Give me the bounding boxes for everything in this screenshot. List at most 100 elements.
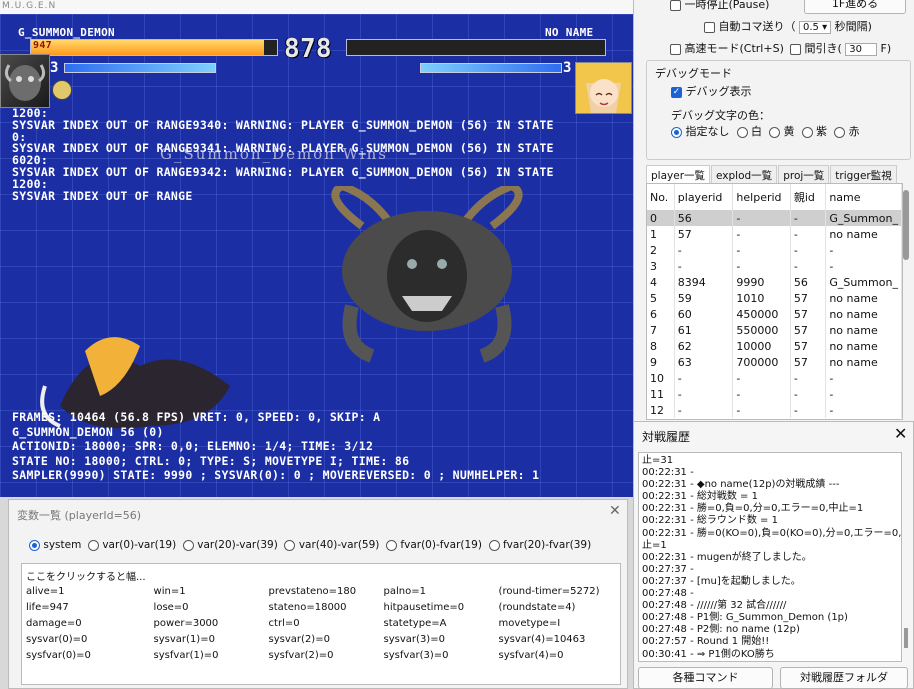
p1-power-text: 3 — [50, 60, 59, 76]
column-header[interactable]: name — [825, 184, 902, 210]
var-row[interactable]: life=947 lose=0 stateno=18000 hitpausetime=… — [22, 599, 610, 615]
table-row[interactable]: 8 62 10000 57 no name — [647, 338, 902, 354]
fast-mode-checkbox[interactable] — [670, 43, 681, 55]
radio-icon[interactable] — [88, 539, 99, 551]
radio-icon[interactable] — [834, 126, 845, 138]
table-row[interactable]: 3---- — [647, 258, 902, 274]
radio-icon[interactable] — [488, 539, 500, 551]
table-row[interactable]: 4 8394 9990 56 G_Summon_ — [647, 274, 902, 290]
table-row[interactable]: 2---- — [647, 242, 902, 258]
var-cell: win=1 — [153, 585, 186, 597]
player-list-scrollbar[interactable] — [903, 190, 909, 260]
tab-player-list[interactable]: player一覧 — [646, 165, 711, 185]
history-log[interactable]: 止=31 00:22:31 -00:22:31 - ◆no name(12p)の対… — [638, 452, 902, 662]
var-row[interactable]: ここをクリックすると幅... — [22, 567, 610, 583]
close-icon[interactable]: ✕ — [609, 503, 621, 519]
tab-explod-list[interactable]: explod一覧 — [711, 165, 778, 185]
var-option-var0[interactable]: var(0)-var(19) — [88, 539, 176, 551]
color-option-purple[interactable]: 紫 — [801, 125, 827, 138]
skip-input[interactable]: 30 — [845, 43, 878, 56]
p1-life-value: 947 — [33, 40, 52, 51]
table-row[interactable]: 10- - - - — [647, 370, 902, 386]
table-cell: - — [732, 226, 791, 242]
pause-label: 一時停止(Pause) — [684, 0, 770, 11]
table-cell: 1010 — [732, 290, 791, 306]
game-arena[interactable]: G_SUMMON_DEMON NO NAME 947 878 3 3 1200:… — [0, 14, 636, 497]
table-cell: 7 — [647, 322, 675, 338]
var-cell: lose=0 — [153, 601, 189, 613]
var-row[interactable]: sysvar(0)=0 sysvar(1)=0 sysvar(2)=0 sysvar(… — [22, 631, 610, 647]
win-icon — [52, 80, 72, 100]
battle-history-window: 対戦履歴 ✕ 止=31 00:22:31 -00:22:31 - ◆no name… — [633, 421, 914, 689]
auto-step-checkbox[interactable] — [704, 21, 715, 33]
table-cell: - — [790, 210, 827, 226]
table-row[interactable]: 5 59 1010 57 no name — [647, 290, 902, 306]
table-row[interactable]: 9 63 700000 57 no name — [647, 354, 902, 370]
var-cell — [265, 567, 380, 583]
debug-display-control[interactable]: ✓ デバッグ表示 — [671, 83, 752, 99]
step-frame-button[interactable]: 1F進める — [804, 0, 906, 14]
color-option-red[interactable]: 赤 — [834, 125, 860, 138]
table-row[interactable]: 0 56- - G_Summon_ — [647, 210, 902, 226]
skip-checkbox[interactable] — [790, 43, 801, 55]
table-row[interactable]: 7 61 550000 57 no name — [647, 322, 902, 338]
player-list[interactable]: No. playerid helperid 親id name 0 56- - G_Su… — [646, 183, 903, 420]
radio-icon[interactable] — [736, 126, 748, 138]
table-row[interactable]: 11- - - - — [647, 386, 902, 402]
fast-mode-control[interactable]: 高速モード(Ctrl+S) — [670, 40, 784, 56]
pause-checkbox[interactable] — [670, 0, 681, 11]
table-row[interactable]: 1 57- - no name — [647, 226, 902, 242]
color-option-yellow[interactable]: 黄 — [769, 125, 795, 138]
tab-proj-list[interactable]: proj一覧 — [778, 165, 830, 185]
radio-icon[interactable] — [801, 126, 813, 138]
tab-trigger-watch[interactable]: trigger監視 — [830, 165, 897, 185]
radio-icon[interactable] — [386, 539, 398, 551]
column-header[interactable]: No. — [647, 184, 675, 210]
var-option-fvar0[interactable]: fvar(0)-fvar(19) — [386, 539, 482, 551]
history-folder-button[interactable]: 対戦履歴フォルダ — [780, 667, 908, 689]
var-cell: sysvar(2)=0 — [268, 633, 330, 645]
history-line: 00:22:31 - — [642, 467, 694, 479]
table-cell: 60 — [674, 306, 734, 322]
p2-name: NO NAME — [545, 26, 594, 39]
table-row[interactable]: 6 60 450000 57 no name — [647, 306, 902, 322]
color-option-white[interactable]: 白 — [736, 125, 762, 138]
var-row[interactable]: alive=1 win=1 prevstateno=180 palno=1 (round… — [22, 583, 610, 599]
history-line: 00:30:41 - ⇒ P1側のKO勝ち — [642, 648, 775, 660]
auto-step-select[interactable]: 0.5 ▾ — [799, 21, 832, 34]
pause-control[interactable]: 一時停止(Pause) — [670, 0, 769, 12]
table-cell: 11 — [647, 386, 675, 402]
p1-life-fill — [31, 40, 264, 55]
var-option-var40[interactable]: var(40)-var(59) — [284, 539, 379, 551]
column-header[interactable]: playerid — [674, 184, 734, 210]
column-header[interactable]: helperid — [732, 184, 791, 210]
var-option-label: fvar(20)-fvar(39) — [502, 539, 592, 551]
var-row[interactable]: damage=0 power=3000 ctrl=0 statetype=A movet… — [22, 615, 610, 631]
history-line: 00:27:48 - //////第 32 試合////// — [642, 600, 787, 612]
skip-control[interactable]: 間引き( 30 F) — [790, 40, 891, 56]
table-row[interactable]: 12- - - - — [647, 402, 902, 418]
commands-button[interactable]: 各種コマンド — [638, 667, 773, 689]
history-scrollbar[interactable] — [904, 628, 908, 648]
radio-icon[interactable] — [182, 539, 194, 551]
check-icon[interactable]: ✓ — [671, 86, 682, 98]
column-header[interactable]: 親id — [790, 184, 827, 210]
var-option-system[interactable]: system — [29, 539, 81, 551]
table-cell: 57 — [674, 226, 734, 242]
skip-unit: F) — [880, 42, 892, 55]
var-cell — [495, 567, 610, 583]
var-row[interactable]: sysfvar(0)=0 sysfvar(1)=0 sysfvar(2)=0 sysf… — [22, 647, 610, 663]
color-option-none[interactable]: 指定なし — [671, 125, 730, 138]
var-option-var20[interactable]: var(20)-var(39) — [182, 539, 278, 551]
var-list[interactable]: ここをクリックすると幅... alive=1 win=1 prevstateno=18… — [21, 563, 621, 685]
table-cell: 56 — [790, 274, 827, 290]
close-icon[interactable]: ✕ — [894, 424, 907, 443]
var-option-fvar20[interactable]: fvar(20)-fvar(39) — [488, 539, 592, 551]
radio-selected-icon[interactable] — [29, 539, 40, 551]
radio-icon[interactable] — [769, 126, 780, 138]
radio-icon[interactable] — [284, 539, 296, 551]
history-line: 00:27:48 - — [642, 588, 694, 600]
auto-step-control[interactable]: 自動コマ送り（ 0.5 ▾ 秒間隔) — [704, 18, 872, 34]
radio-selected-icon[interactable] — [671, 126, 682, 138]
debug-color-title: デバッグ文字の色： — [671, 109, 770, 122]
